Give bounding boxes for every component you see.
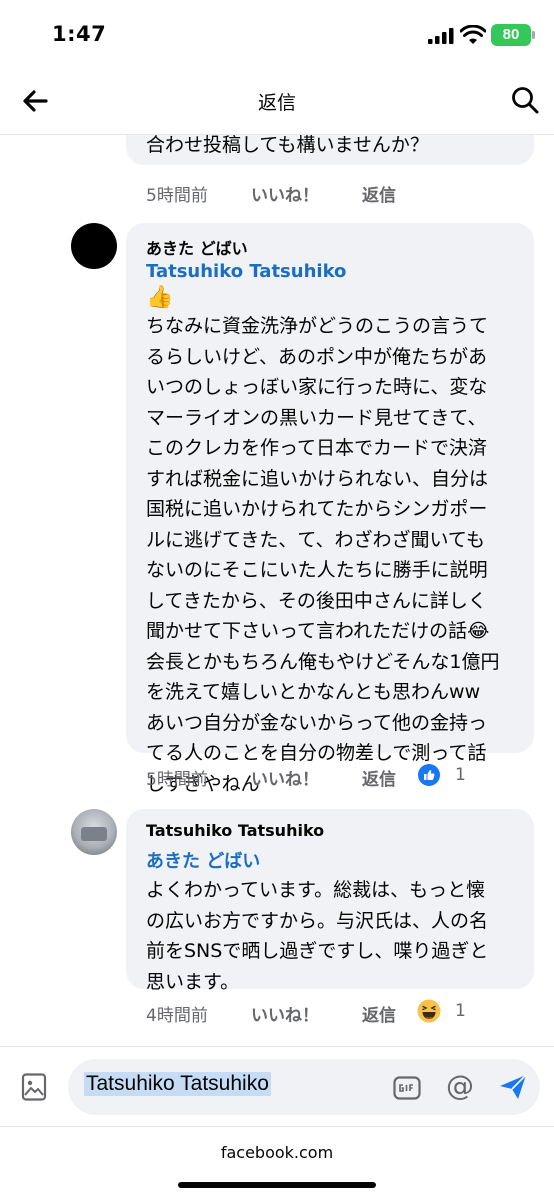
comment-bubble: Tatsuhiko Tatsuhiko あきた どばい よくわかっています。総裁…: [126, 809, 534, 993]
reply-button[interactable]: 返信: [362, 1001, 396, 1026]
comment-text: 合わせ投稿しても構いませんか？: [146, 135, 429, 156]
reply-composer: Tatsuhiko Tatsuhiko @: [0, 1046, 554, 1127]
cellular-signal-icon: [428, 28, 454, 44]
reaction-count: 1: [455, 765, 466, 785]
like-button[interactable]: いいね！: [251, 765, 319, 790]
comment-thread: 合わせ投稿しても構いませんか？ 5時間前 いいね！ 返信 あきた どばい Tat…: [0, 135, 554, 1045]
haha-reaction-icon[interactable]: [417, 999, 441, 1023]
comment-bubble: あきた どばい Tatsuhiko Tatsuhiko 👍 ちなみに資金洗浄がど…: [126, 223, 534, 795]
home-indicator: [178, 1182, 376, 1188]
mention-tag[interactable]: あきた どばい: [146, 847, 260, 873]
comment-actions: 5時間前 いいね！ 返信 1: [146, 764, 526, 791]
thumbs-up-reaction-icon[interactable]: [418, 764, 440, 786]
reply-button[interactable]: 返信: [362, 181, 396, 206]
comment-time: 5時間前: [146, 186, 208, 206]
comment-actions: 4時間前 いいね！ 返信 1: [146, 999, 526, 1027]
mention-icon[interactable]: @: [446, 1069, 474, 1102]
status-bar: 1:47 80: [0, 0, 554, 70]
comment-author[interactable]: あきた どばい: [146, 235, 248, 259]
comment-input-field[interactable]: Tatsuhiko Tatsuhiko @: [68, 1059, 540, 1115]
comment-author[interactable]: Tatsuhiko Tatsuhiko: [146, 821, 324, 840]
comment-input[interactable]: Tatsuhiko Tatsuhiko: [84, 1072, 271, 1096]
search-icon[interactable]: [510, 85, 540, 115]
photo-icon[interactable]: [20, 1073, 48, 1101]
avatar-image-detail: [81, 827, 107, 841]
gif-icon[interactable]: [393, 1076, 421, 1100]
reply-button[interactable]: 返信: [362, 765, 396, 790]
send-icon[interactable]: [498, 1073, 528, 1101]
battery-indicator: 80: [491, 24, 535, 46]
url-bar[interactable]: facebook.com: [0, 1143, 554, 1162]
comment-time: 4時間前: [146, 1006, 208, 1026]
thumbs-up-emoji: 👍: [146, 285, 174, 310]
page-title: 返信: [257, 92, 296, 114]
status-time: 1:47: [52, 22, 107, 46]
comment-text: よくわかっています。総裁は、もっと懐 の広いお方ですから。与沢氏は、人の名 前を…: [146, 879, 489, 993]
nav-bar: 返信: [0, 70, 554, 135]
comment-text: ちなみに資金洗浄がどうのこうの言うて るらしいけど、あのポン中が俺たちがあ いつ…: [146, 315, 500, 795]
mention-tag[interactable]: Tatsuhiko Tatsuhiko: [146, 261, 346, 282]
like-button[interactable]: いいね！: [251, 181, 319, 206]
comment-actions: 5時間前 いいね！ 返信: [146, 181, 526, 206]
browser-footer: facebook.com: [0, 1126, 554, 1200]
like-button[interactable]: いいね！: [251, 1001, 319, 1026]
avatar[interactable]: [71, 223, 117, 269]
comment-bubble: 合わせ投稿しても構いませんか？: [126, 135, 534, 165]
reaction-count: 1: [455, 1001, 466, 1021]
comment-time: 5時間前: [146, 770, 208, 790]
avatar[interactable]: [71, 809, 117, 855]
wifi-icon: [460, 25, 486, 44]
